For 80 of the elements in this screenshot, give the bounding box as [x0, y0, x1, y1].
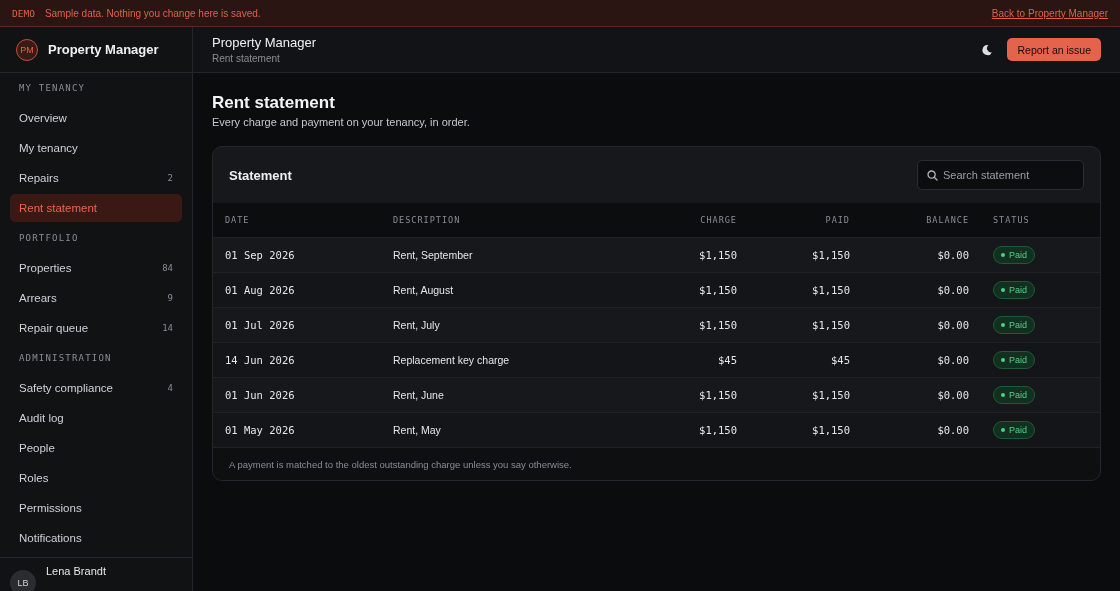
date-cell-text: 01 May 2026 — [224, 424, 296, 436]
charge-cell-text: $1,150 — [698, 319, 738, 331]
count: 9 — [167, 293, 173, 303]
description-cell-text: Replacement key charge — [392, 354, 511, 366]
column-header: BALANCE — [925, 215, 970, 225]
date-cell-text: 01 Jun 2026 — [224, 389, 296, 401]
section-label: ADMINISTRATION — [18, 353, 113, 365]
nav-item[interactable]: People — [10, 434, 182, 462]
column-header: PAID — [824, 215, 851, 225]
date-cell-text: 01 Jul 2026 — [224, 319, 296, 331]
paid-cell-text: $45 — [830, 354, 851, 366]
nav-item[interactable]: Arrears 9 — [10, 284, 182, 312]
column-header: DESCRIPTION — [392, 215, 462, 225]
date-cell-text: 01 Aug 2026 — [224, 284, 296, 296]
charge-cell-text: $1,150 — [698, 424, 738, 436]
balance-cell-text: $0.00 — [936, 319, 970, 331]
status-badge: Paid — [993, 246, 1035, 264]
user-name: Lena Brandt — [46, 565, 106, 577]
demo-tag: DEMO — [12, 7, 35, 19]
count: 84 — [162, 263, 173, 273]
nav-item[interactable]: Safety compliance 4 — [10, 374, 182, 402]
count: 2 — [167, 173, 173, 183]
banner-message: Sample data. Nothing you change here is saved. — [44, 7, 261, 19]
description-cell-text: Rent, August — [392, 284, 455, 296]
logo-badge: PM — [16, 38, 38, 61]
moon-icon[interactable] — [981, 43, 994, 56]
balance-cell-text: $0.00 — [936, 249, 970, 261]
date-cell-text: 01 Sep 2026 — [224, 249, 296, 261]
paid-cell-text: $1,150 — [811, 319, 851, 331]
description-cell-text: Rent, June — [392, 389, 445, 401]
nav-item[interactable]: Repairs 2 — [10, 164, 182, 192]
nav-item[interactable]: Audit log — [10, 404, 182, 432]
description-cell-text: Rent, May — [392, 424, 442, 436]
status-badge: Paid — [993, 421, 1035, 439]
section-label: PORTFOLIO — [18, 233, 80, 245]
app-title: Property Manager — [48, 42, 159, 57]
footnote: A payment is matched to the oldest outstanding charge unless you say otherwise. — [213, 447, 1100, 480]
count: 4 — [167, 383, 173, 393]
nav-item[interactable]: Properties 84 — [10, 254, 182, 282]
column-header: STATUS — [992, 215, 1031, 225]
paid-cell-text: $1,150 — [811, 389, 851, 401]
nav-item[interactable]: Overview — [10, 104, 182, 132]
count: 14 — [162, 323, 173, 333]
breadcrumb: Rent statement — [212, 53, 281, 64]
search-icon — [927, 170, 938, 181]
nav-item[interactable]: Notifications — [10, 524, 182, 552]
status-badge: Paid — [993, 316, 1035, 334]
date-cell-text: 14 Jun 2026 — [224, 354, 296, 366]
balance-cell-text: $0.00 — [936, 424, 970, 436]
charge-cell-text: $1,150 — [698, 389, 738, 401]
charge-cell-text: $1,150 — [698, 284, 738, 296]
user-avatar: LB — [10, 570, 36, 591]
header-title: Property Manager — [212, 35, 317, 50]
back-link[interactable]: Back to Property Manager — [991, 7, 1108, 19]
page-title: Rent statement — [212, 93, 336, 113]
description-cell-text: Rent, September — [392, 249, 474, 261]
section-label: MY TENANCY — [18, 83, 87, 95]
status-badge: Paid — [993, 281, 1035, 299]
card-title: Statement — [229, 167, 292, 183]
description-cell-text: Rent, July — [392, 319, 441, 331]
nav-item[interactable]: Permissions — [10, 494, 182, 522]
report-button[interactable]: Report an issue — [1007, 38, 1101, 61]
page-subtitle: Every charge and payment on your tenancy, in order. — [212, 116, 471, 128]
balance-cell-text: $0.00 — [936, 354, 970, 366]
status-badge: Paid — [993, 351, 1035, 369]
paid-cell-text: $1,150 — [811, 424, 851, 436]
status-badge: Paid — [993, 386, 1035, 404]
nav-item[interactable]: Repair queue 14 — [10, 314, 182, 342]
column-header: CHARGE — [699, 215, 738, 225]
paid-cell-text: $1,150 — [811, 249, 851, 261]
paid-cell-text: $1,150 — [811, 284, 851, 296]
charge-cell-text: $45 — [717, 354, 738, 366]
column-header: DATE — [224, 215, 251, 225]
balance-cell-text: $0.00 — [936, 389, 970, 401]
nav-item[interactable]: Rent statement — [10, 194, 182, 222]
nav-item[interactable]: My tenancy — [10, 134, 182, 162]
charge-cell-text: $1,150 — [698, 249, 738, 261]
nav-item[interactable]: Roles — [10, 464, 182, 492]
search-field[interactable]: Search statement — [917, 160, 1084, 190]
balance-cell-text: $0.00 — [936, 284, 970, 296]
